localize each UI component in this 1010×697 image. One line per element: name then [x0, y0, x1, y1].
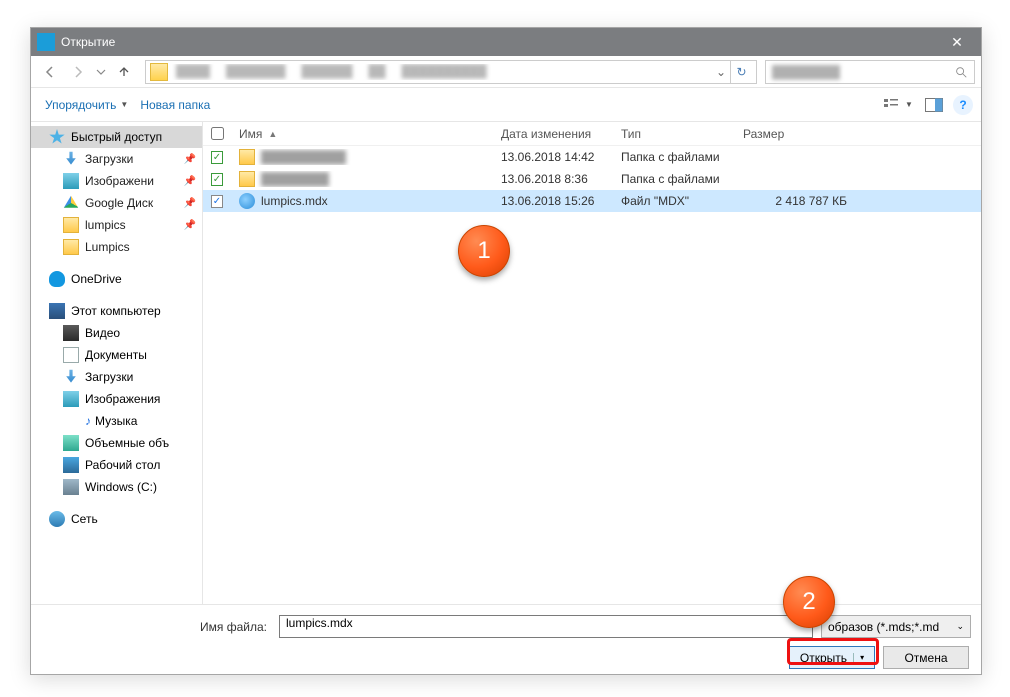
tree-onedrive[interactable]: OneDrive: [31, 268, 202, 290]
titlebar: Открытие ✕: [31, 28, 981, 56]
annotation-badge-1: 1: [458, 225, 510, 277]
dialog-body: Быстрый доступ Загрузки📌 Изображени📌 Goo…: [31, 122, 981, 604]
help-button[interactable]: ?: [953, 95, 973, 115]
open-file-dialog: Открытие ✕ █████████████████████████████…: [30, 27, 982, 675]
organize-button[interactable]: Упорядочить▼: [39, 94, 134, 116]
tree-pictures2[interactable]: Изображения: [31, 388, 202, 410]
nav-back-button[interactable]: [37, 60, 63, 84]
command-bar: Упорядочить▼ Новая папка ▼ ?: [31, 88, 981, 122]
refresh-button[interactable]: ↻: [730, 61, 752, 83]
tree-3d-objects[interactable]: Объемные объ: [31, 432, 202, 454]
file-name: ████████: [261, 172, 329, 186]
dialog-footer: Имя файла: lumpics.mdx образов (*.mds;*.…: [31, 604, 981, 674]
open-button[interactable]: Открыть▾: [789, 646, 875, 669]
search-input[interactable]: ████████: [765, 60, 975, 84]
address-bar[interactable]: █████████████████████████████ ⌄ ↻: [145, 60, 757, 84]
file-type: Папка с файлами: [613, 150, 735, 164]
tree-documents[interactable]: Документы: [31, 344, 202, 366]
tree-downloads[interactable]: Загрузки📌: [31, 148, 202, 170]
window-title: Открытие: [61, 35, 937, 49]
pin-icon: 📌: [184, 198, 196, 209]
mdx-file-icon: [239, 193, 255, 209]
col-checkbox[interactable]: [203, 127, 231, 140]
nav-bar: █████████████████████████████ ⌄ ↻ ██████…: [31, 56, 981, 88]
filename-input[interactable]: lumpics.mdx: [279, 615, 813, 638]
row-checkbox[interactable]: [211, 173, 223, 186]
tree-this-pc[interactable]: Этот компьютер: [31, 300, 202, 322]
file-date: 13.06.2018 15:26: [493, 194, 613, 208]
tree-music[interactable]: ♪Музыка: [31, 410, 202, 432]
col-size-header[interactable]: Размер: [735, 127, 855, 141]
file-list-pane: Имя▲ Дата изменения Тип Размер █████████…: [203, 122, 981, 604]
navigation-tree[interactable]: Быстрый доступ Загрузки📌 Изображени📌 Goo…: [31, 122, 203, 604]
file-date: 13.06.2018 14:42: [493, 150, 613, 164]
row-checkbox[interactable]: [211, 195, 223, 208]
nav-recent-button[interactable]: [93, 60, 109, 84]
folder-icon: [150, 63, 168, 81]
tree-lumpics[interactable]: lumpics📌: [31, 214, 202, 236]
new-folder-button[interactable]: Новая папка: [134, 94, 216, 116]
file-size: 2 418 787 КБ: [735, 194, 855, 208]
cancel-button[interactable]: Отмена: [883, 646, 969, 669]
pin-icon: 📌: [184, 154, 196, 165]
file-type: Файл "MDX": [613, 194, 735, 208]
tree-downloads2[interactable]: Загрузки: [31, 366, 202, 388]
file-row[interactable]: ██████████ 13.06.2018 14:42 Папка с файл…: [203, 146, 981, 168]
col-date-header[interactable]: Дата изменения: [493, 127, 613, 141]
file-name: lumpics.mdx: [261, 194, 328, 208]
col-name-header[interactable]: Имя▲: [231, 127, 493, 141]
file-date: 13.06.2018 8:36: [493, 172, 613, 186]
file-row[interactable]: lumpics.mdx 13.06.2018 15:26 Файл "MDX" …: [203, 190, 981, 212]
file-row[interactable]: ████████ 13.06.2018 8:36 Папка с файлами: [203, 168, 981, 190]
row-checkbox[interactable]: [211, 151, 223, 164]
tree-quick-access[interactable]: Быстрый доступ: [31, 126, 202, 148]
pin-icon: 📌: [184, 176, 196, 187]
sort-asc-icon: ▲: [268, 129, 277, 139]
tree-desktop[interactable]: Рабочий стол: [31, 454, 202, 476]
tree-lumpics2[interactable]: Lumpics: [31, 236, 202, 258]
close-button[interactable]: ✕: [937, 28, 977, 56]
pin-icon: 📌: [184, 220, 196, 231]
search-icon: [954, 65, 968, 79]
tree-video[interactable]: Видео: [31, 322, 202, 344]
nav-forward-button[interactable]: [65, 60, 91, 84]
col-type-header[interactable]: Тип: [613, 127, 735, 141]
tree-pictures[interactable]: Изображени📌: [31, 170, 202, 192]
tree-network[interactable]: Сеть: [31, 508, 202, 530]
file-type: Папка с файлами: [613, 172, 735, 186]
preview-pane-button[interactable]: [917, 93, 951, 117]
file-name: ██████████: [261, 150, 346, 164]
app-icon: [37, 33, 55, 51]
tree-google-drive[interactable]: Google Диск📌: [31, 192, 202, 214]
address-dropdown-icon[interactable]: ⌄: [712, 65, 730, 79]
filename-label: Имя файла:: [41, 620, 271, 634]
view-options-button[interactable]: ▼: [881, 93, 915, 117]
tree-drive-c[interactable]: Windows (C:): [31, 476, 202, 498]
folder-icon: [239, 149, 255, 165]
filetype-combo[interactable]: образов (*.mds;*.md⌄: [821, 615, 971, 638]
annotation-badge-2: 2: [783, 576, 835, 628]
address-path: █████████████████████████████: [172, 64, 712, 80]
folder-icon: [239, 171, 255, 187]
nav-up-button[interactable]: [111, 60, 137, 84]
column-headers: Имя▲ Дата изменения Тип Размер: [203, 122, 981, 146]
